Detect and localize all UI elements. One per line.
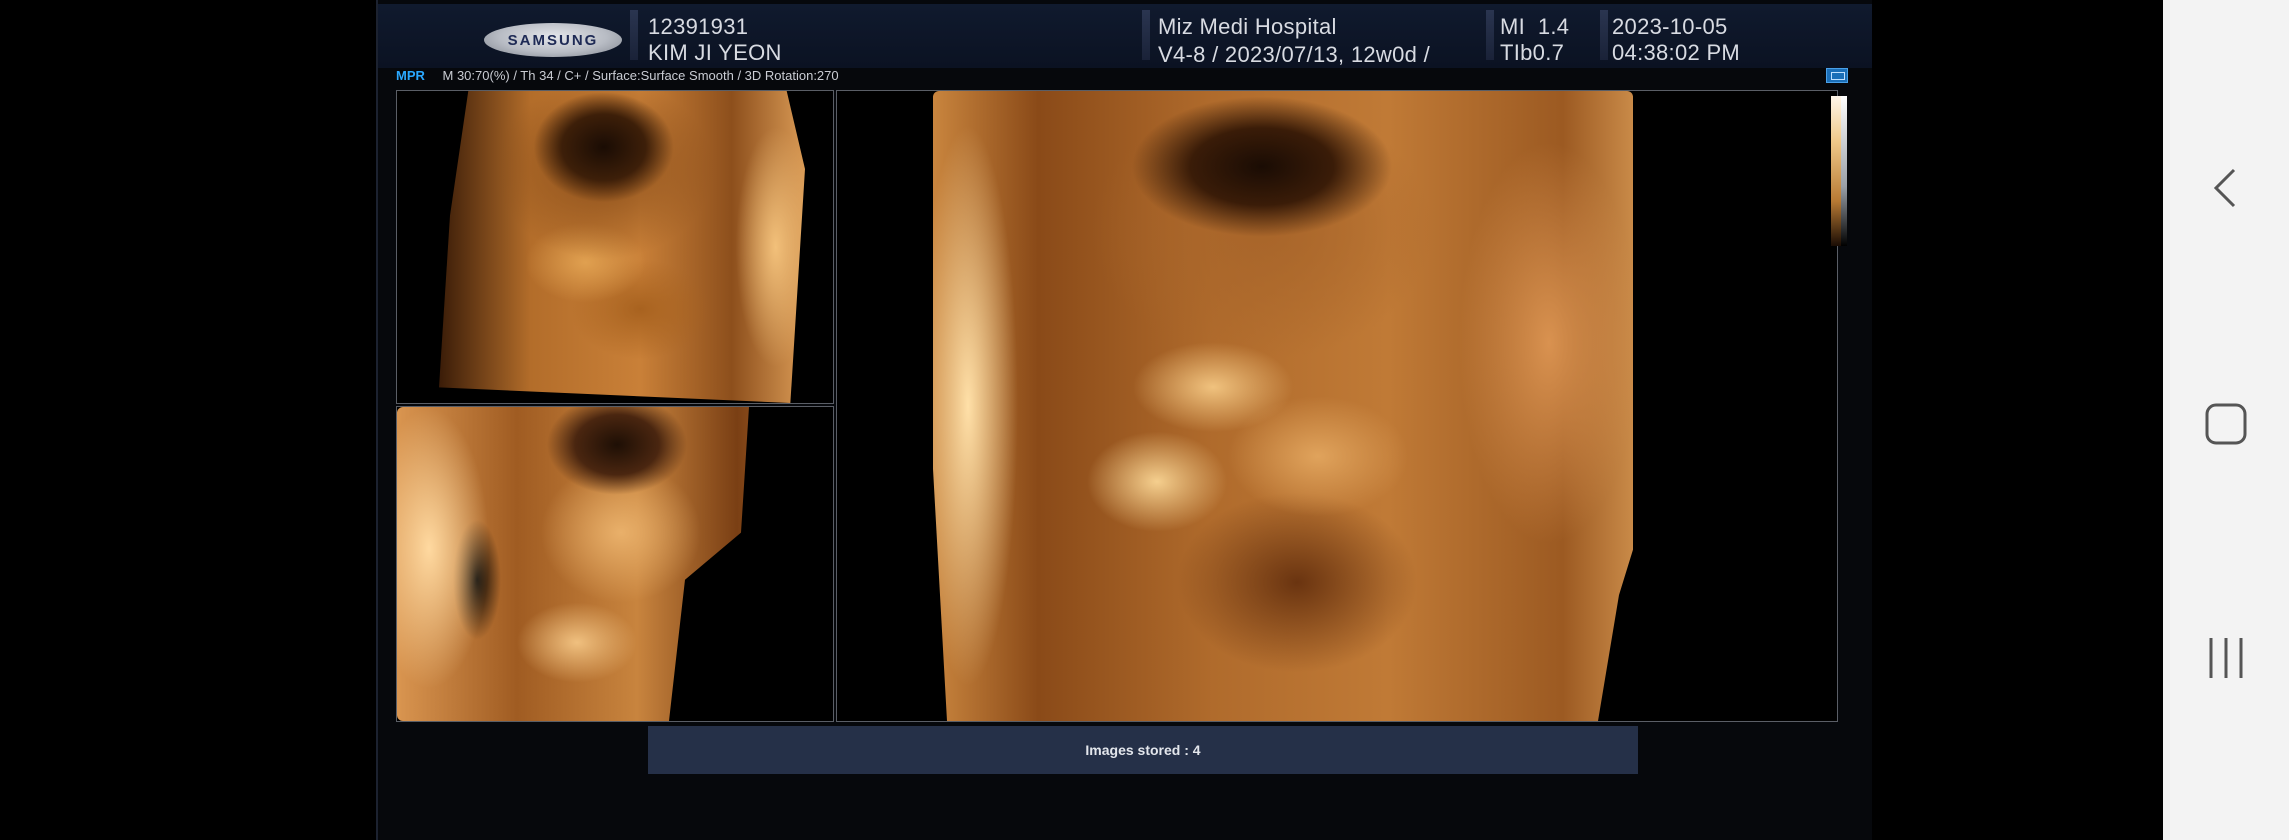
main-3d-view[interactable] — [836, 90, 1838, 722]
exam-date: 2023-10-05 — [1612, 14, 1728, 39]
mpr-mode-label: MPR — [396, 68, 425, 83]
volume-render-image — [439, 91, 805, 403]
color-map-bar — [1831, 96, 1841, 246]
volume-render-image — [397, 407, 749, 721]
volume-render-image — [933, 91, 1633, 721]
brand-logo: SAMSUNG — [484, 23, 622, 57]
patient-id: 12391931 — [648, 14, 749, 39]
ultrasound-display: SAMSUNG 12391931 KIM JI YEON Miz Medi Ho… — [376, 0, 1872, 840]
back-button[interactable] — [2163, 138, 2289, 238]
status-bar: Images stored : 4 — [648, 726, 1638, 774]
home-square-icon — [2205, 403, 2247, 445]
imaging-parameters-text: M 30:70(%) / Th 34 / C+ / Surface:Surfac… — [442, 68, 839, 83]
header-divider — [1142, 10, 1150, 60]
header-divider — [1486, 10, 1494, 60]
mpr-view-bottom-left[interactable] — [396, 406, 834, 722]
layout-icon[interactable] — [1826, 68, 1848, 83]
mpr-view-top-left[interactable] — [396, 90, 834, 404]
mechanical-index: MI 1.4 — [1500, 14, 1570, 39]
status-text: Images stored : 4 — [1085, 742, 1201, 758]
header-bar: SAMSUNG 12391931 KIM JI YEON Miz Medi Ho… — [378, 4, 1872, 68]
thermal-index: TIb0.7 — [1500, 40, 1565, 65]
recents-button[interactable] — [2163, 608, 2289, 708]
patient-name: KIM JI YEON — [648, 40, 782, 65]
home-button[interactable] — [2163, 374, 2289, 474]
android-nav-bar — [2163, 0, 2289, 840]
device-screen: SAMSUNG 12391931 KIM JI YEON Miz Medi Ho… — [0, 0, 2289, 840]
gray-map-bar — [1841, 96, 1847, 246]
hospital-name: Miz Medi Hospital — [1158, 14, 1337, 39]
brand-logo-text: SAMSUNG — [507, 31, 599, 49]
recents-lines-icon — [2209, 638, 2243, 678]
header-divider — [630, 10, 638, 60]
probe-exam-info: V4-8 / 2023/07/13, 12w0d / — [1158, 42, 1430, 67]
exam-time: 04:38:02 PM — [1612, 40, 1741, 65]
imaging-parameters: MPR M 30:70(%) / Th 34 / C+ / Surface:Su… — [396, 68, 839, 83]
header-divider — [1600, 10, 1608, 60]
back-chevron-icon — [2213, 168, 2236, 208]
